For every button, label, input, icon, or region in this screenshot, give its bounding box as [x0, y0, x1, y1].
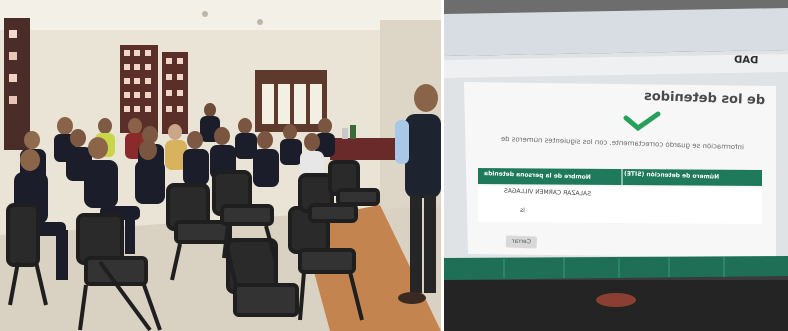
detainee-extra-cell: ls [519, 206, 525, 215]
window [255, 70, 327, 132]
browser-bar [444, 8, 788, 56]
site-brand-text: DAD [733, 54, 759, 67]
training-room-photo [0, 0, 441, 331]
wall-display-left [4, 18, 30, 150]
training-room-scene [0, 0, 441, 331]
footer-nav [444, 256, 788, 280]
monitor-logo [596, 293, 636, 307]
back-table [330, 138, 405, 160]
close-button[interactable]: Cerrar [505, 235, 538, 249]
monitor-scene [444, 0, 788, 331]
dialog-heading: de los detenidos [643, 88, 766, 109]
ceiling-light [257, 19, 263, 25]
monitor-photo: DAD de los detenidos información se guar… [444, 0, 788, 331]
ceiling-light [202, 11, 208, 17]
